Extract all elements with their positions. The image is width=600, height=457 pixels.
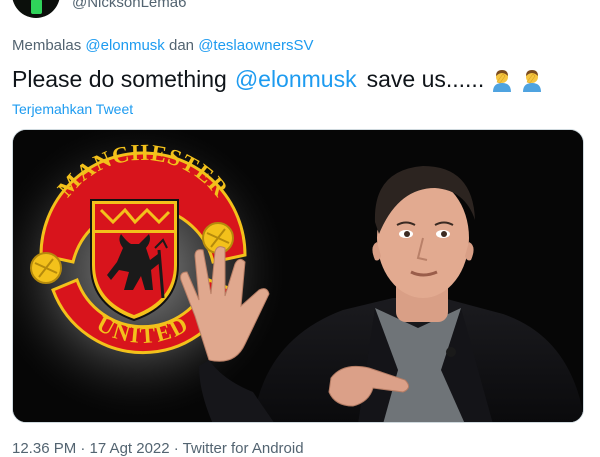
media-illustration: MANCHESTER UNITED xyxy=(13,130,583,422)
person-facepalming-emoji-icon xyxy=(520,68,544,92)
tweet-mention-elonmusk[interactable]: @elonmusk xyxy=(235,66,357,93)
avatar-figure-icon xyxy=(31,0,42,14)
tweet-text-before: Please do something xyxy=(12,66,227,92)
reply-prefix: Membalas xyxy=(12,37,82,54)
reply-mention-teslaownerssv[interactable]: @teslaownersSV xyxy=(198,37,313,54)
avatar[interactable] xyxy=(12,0,60,18)
reply-context: Membalas @elonmusk dan @teslaownersSV xyxy=(12,37,313,54)
tweet-text: Please do something @elonmusk save us...… xyxy=(12,66,544,93)
reply-conjunction: dan xyxy=(168,37,195,54)
tweet-media-image[interactable]: MANCHESTER UNITED xyxy=(12,129,584,423)
author-handle[interactable]: @NicksonLema6 xyxy=(72,0,186,11)
tweet-text-after: save us...... xyxy=(366,66,485,92)
translate-tweet-link[interactable]: Terjemahkan Tweet xyxy=(12,101,133,117)
tweet-footer-meta: 12.36 PM · 17 Agt 2022 · Twitter for And… xyxy=(12,440,304,457)
reply-mention-elonmusk[interactable]: @elonmusk xyxy=(85,37,164,54)
person-facepalming-emoji-icon xyxy=(490,68,514,92)
